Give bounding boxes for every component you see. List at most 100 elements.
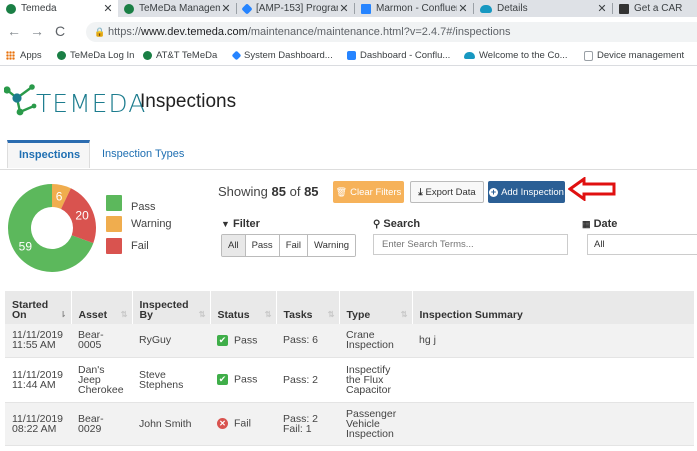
column-header-asset[interactable]: Asset ⇅	[71, 291, 133, 324]
page-title: Inspections	[140, 91, 237, 112]
close-icon[interactable]: ✕	[220, 2, 232, 15]
table-header-row: Started On ⇂ Asset ⇅ Inspected By ⇅ Status ⇅…	[5, 291, 695, 324]
cell-type: Inspectify the Flux Capacitor	[339, 357, 412, 403]
showing-total: 85	[304, 184, 319, 199]
cell-started-on: 11/11/2019 08:22 AM	[5, 402, 71, 446]
jira-favicon-icon	[241, 2, 253, 15]
table-row[interactable]: 11/11/2019 11:55 AM Bear-0005 RyGuy ✔ Pass…	[5, 324, 694, 358]
legend-fail: Fail	[106, 238, 149, 254]
status-donut-chart: 59 6 20	[8, 184, 97, 272]
browser-tab-strip: Temeda ✕ TeMeDa Manageme ✕ [AMP-153] Pro…	[0, 0, 697, 17]
inspections-table: Started On ⇂ Asset ⇅ Inspected By ⇅ Status ⇅…	[5, 291, 695, 446]
cell-tasks: Pass: 2 Fail: 1	[276, 402, 339, 446]
bookmark-temeda-log-in[interactable]: TeMeDa Log In	[57, 50, 134, 61]
table-row[interactable]: 11/11/2019 11:44 AM Dan's Jeep Cherokee S…	[5, 357, 694, 403]
date-select[interactable]: All	[587, 234, 697, 255]
column-header-label: Inspected By	[139, 299, 189, 321]
legend-pass: Pass	[106, 193, 155, 213]
column-header-inspection-summary[interactable]: Inspection Summary	[412, 291, 695, 324]
browser-tab-label: [AMP-153] Program	[256, 3, 338, 14]
bookmark-label: System Dashboard...	[244, 50, 333, 61]
column-header-type[interactable]: Type ⇅	[339, 291, 413, 324]
date-heading: ▦ Date	[582, 218, 617, 230]
donut-label-pass: 59	[19, 240, 33, 254]
reload-icon[interactable]: C	[55, 23, 65, 39]
filter-warning-button[interactable]: Warning	[308, 235, 356, 256]
browser-tab-label: TeMeDa Manageme	[139, 3, 220, 14]
browser-tab-get-a-car[interactable]: Get a CAR	[613, 0, 697, 17]
confluence-favicon-icon	[361, 3, 371, 14]
clear-filters-button[interactable]: 🗑 Clear Filters	[333, 181, 404, 203]
back-arrow-icon[interactable]: ←	[7, 23, 21, 39]
left-arrow-annotation-icon	[568, 177, 616, 201]
search-input[interactable]	[373, 234, 568, 255]
section-tabs: Inspections Inspection Types	[0, 136, 697, 170]
column-header-label: Asset	[78, 309, 108, 321]
table-row[interactable]: 11/11/2019 08:22 AM Bear-0029 John Smith …	[5, 402, 694, 446]
check-icon: ✔	[217, 374, 228, 385]
bookmark-apps[interactable]: Apps	[6, 50, 42, 61]
cell-asset: Dan's Jeep Cherokee	[71, 357, 132, 403]
cell-inspected-by: John Smith	[132, 402, 210, 446]
bookmark-dashboard-confluence[interactable]: Dashboard - Conflu...	[347, 50, 450, 61]
column-header-label: Tasks	[283, 309, 313, 321]
tab-inspections[interactable]: Inspections	[7, 140, 90, 168]
add-inspection-label: Add Inspection	[501, 186, 564, 198]
status-label: Fail	[234, 417, 251, 430]
temeda-favicon-icon	[6, 3, 16, 14]
column-header-label: Type	[346, 309, 371, 321]
column-header-inspected-by[interactable]: Inspected By ⇅	[132, 291, 211, 324]
cell-tasks: Pass: 2	[276, 357, 339, 403]
filter-fail-button[interactable]: Fail	[279, 235, 308, 256]
close-icon[interactable]: ✕	[338, 2, 350, 15]
filter-heading: ▼ Filter	[221, 218, 260, 230]
browser-tab-label: Marmon - Confluen	[376, 3, 457, 14]
address-bar[interactable]: 🔒 https://www.dev.temeda.com/maintenance…	[86, 22, 697, 42]
tab-inspection-types[interactable]: Inspection Types	[91, 140, 195, 168]
bookmark-welcome[interactable]: Welcome to the Co...	[464, 50, 568, 61]
cell-type: Crane Inspection	[339, 324, 412, 358]
bookmark-device-management[interactable]: Device management	[584, 50, 684, 61]
column-header-label: Started On	[12, 299, 49, 321]
browser-tab-marmon-confluence[interactable]: Marmon - Confluen ✕	[355, 0, 473, 17]
jira-favicon-icon	[231, 50, 242, 61]
bookmark-att-temeda[interactable]: AT&T TeMeDa	[143, 50, 217, 61]
close-icon[interactable]: ✕	[596, 2, 608, 15]
filter-label: Filter	[232, 218, 260, 230]
salesforce-favicon-icon	[480, 4, 492, 13]
check-icon: ✔	[217, 334, 228, 346]
browser-tab-amp-153[interactable]: [AMP-153] Program ✕	[237, 0, 354, 17]
bookmark-system-dashboard[interactable]: System Dashboard...	[231, 50, 333, 61]
cell-inspected-by: Steve Stephens	[132, 357, 210, 403]
browser-tab-details[interactable]: Details ✕	[474, 0, 612, 17]
legend-label: Fail	[131, 240, 149, 252]
started-date: 11/11/2019	[12, 412, 63, 425]
status-label: Pass	[234, 334, 258, 347]
bookmark-label: Welcome to the Co...	[479, 50, 568, 61]
url-host: www.dev.temeda.com	[141, 26, 248, 38]
browser-tab-label: Details	[497, 3, 528, 14]
filter-pass-button[interactable]: Pass	[245, 235, 280, 256]
forward-arrow-icon[interactable]: →	[30, 23, 44, 39]
trash-icon: 🗑	[335, 186, 348, 197]
filter-all-button[interactable]: All	[222, 235, 246, 256]
lock-icon: 🔒	[94, 27, 106, 37]
browser-tab-temeda[interactable]: Temeda ✕	[0, 0, 118, 17]
export-data-button[interactable]: ⤓ Export Data	[410, 181, 484, 203]
cell-tasks: Pass: 6	[276, 324, 339, 358]
url-path: /maintenance/maintenance.html?v=2.4.7#/i…	[247, 26, 511, 38]
funnel-icon: ▼	[221, 219, 230, 229]
close-icon[interactable]: ✕	[457, 2, 469, 15]
sort-icon: ⇅	[120, 310, 128, 319]
showing-prefix: Showing	[218, 184, 268, 199]
column-header-tasks[interactable]: Tasks ⇅	[276, 291, 340, 324]
add-inspection-button[interactable]: + Add Inspection	[488, 181, 565, 203]
column-header-status[interactable]: Status ⇅	[210, 291, 277, 324]
started-time: 11:44 AM	[12, 378, 56, 391]
column-header-started-on[interactable]: Started On ⇂	[5, 291, 72, 324]
browser-tab-temeda-management[interactable]: TeMeDa Manageme ✕	[118, 0, 236, 17]
column-header-label: Inspection Summary	[419, 309, 523, 321]
status-label: Pass	[234, 373, 258, 386]
legend-swatch-pass	[106, 195, 122, 211]
close-icon[interactable]: ✕	[102, 2, 114, 15]
